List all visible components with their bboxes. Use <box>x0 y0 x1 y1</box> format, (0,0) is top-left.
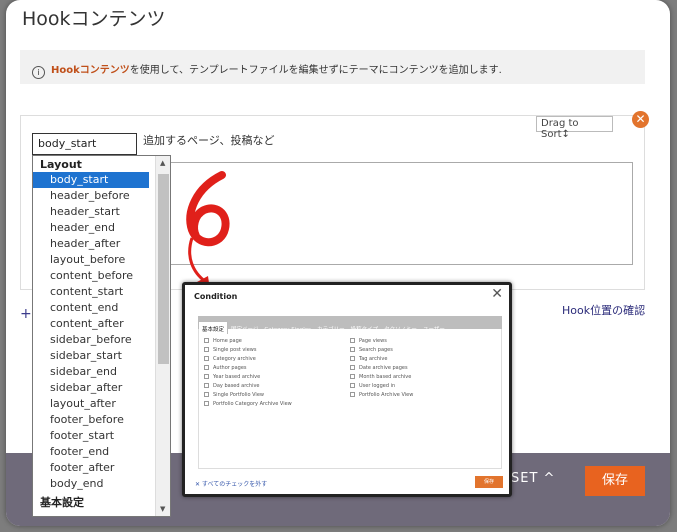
right-option-column: Page views Search pages Tag archive Date… <box>350 337 413 400</box>
condition-checkbox[interactable]: User logged in <box>350 382 413 391</box>
dropdown-option[interactable]: layout_before <box>33 252 149 268</box>
condition-hint-link[interactable]: 追加するページ、投稿など <box>143 132 274 148</box>
add-hook-plus-icon[interactable]: + <box>20 306 32 322</box>
scroll-down-icon[interactable]: ▼ <box>160 505 165 513</box>
notice-brand: Hookコンテンツ <box>51 65 130 76</box>
info-icon: i <box>32 66 45 79</box>
dropdown-option[interactable]: content_after <box>33 316 149 332</box>
dropdown-option[interactable]: layout_after <box>33 396 149 412</box>
condition-checkbox[interactable]: Page views <box>350 337 413 346</box>
dropdown-option[interactable]: sidebar_start <box>33 348 149 364</box>
condition-options: Home page Single post views Category arc… <box>198 329 502 469</box>
info-notice: i Hookコンテンツを使用して、テンプレートファイルを編集せずにテーマにコンテン… <box>20 50 645 84</box>
dropdown-option[interactable]: body_start <box>33 172 149 188</box>
modal-save-button[interactable]: 保存 <box>475 476 503 488</box>
dropdown-option[interactable]: content_end <box>33 300 149 316</box>
notice-text: を使用して、テンプレートファイルを編集せずにテーマにコンテンツを追加します. <box>129 65 502 76</box>
condition-checkbox[interactable]: Category archive <box>204 355 292 364</box>
dropdown-option[interactable]: footer_start <box>33 428 149 444</box>
dropdown-scrollbar[interactable]: ▲ ▼ <box>155 156 170 516</box>
condition-checkbox[interactable]: Tag archive <box>350 355 413 364</box>
reset-button[interactable]: SET ^ <box>511 471 555 486</box>
dropdown-option[interactable]: sidebar_after <box>33 380 149 396</box>
condition-checkbox[interactable]: Date archive pages <box>350 364 413 373</box>
condition-checkbox[interactable]: Search pages <box>350 346 413 355</box>
condition-checkbox[interactable]: Home page <box>204 337 292 346</box>
dropdown-group-basic: 基本設定 <box>40 496 84 509</box>
remove-hook-close-icon[interactable]: ✕ <box>632 111 649 128</box>
save-button[interactable]: 保存 <box>585 466 645 496</box>
modal-close-icon[interactable]: ✕ <box>491 286 503 302</box>
condition-modal: Condition ✕ 基本設定 固定ページ Category Singles カテゴ… <box>182 282 512 497</box>
hook-content-textarea[interactable] <box>170 162 633 265</box>
dropdown-option[interactable]: footer_after <box>33 460 149 476</box>
scroll-up-icon[interactable]: ▲ <box>160 159 165 167</box>
dropdown-option[interactable]: sidebar_before <box>33 332 149 348</box>
condition-checkbox[interactable]: Day based archive <box>204 382 292 391</box>
drag-to-sort-handle[interactable]: Drag to Sort↕ <box>536 116 613 140</box>
condition-checkbox[interactable]: Portfolio Archive View <box>350 391 413 400</box>
dropdown-option[interactable]: content_before <box>33 268 149 284</box>
dropdown-option[interactable]: header_end <box>33 220 149 236</box>
dropdown-option[interactable]: sidebar_end <box>33 364 149 380</box>
hook-position-check-link[interactable]: Hook位置の確認 <box>562 302 645 318</box>
scrollbar-thumb[interactable] <box>158 174 169 364</box>
modal-title: Condition <box>194 292 238 301</box>
condition-checkbox[interactable]: Year based archive <box>204 373 292 382</box>
dropdown-option[interactable]: header_start <box>33 204 149 220</box>
dropdown-option[interactable]: footer_end <box>33 444 149 460</box>
condition-checkbox[interactable]: Single post views <box>204 346 292 355</box>
condition-tabs: 基本設定 固定ページ Category Singles カテゴリー 投稿タイプ タクソノミ… <box>198 316 502 334</box>
dropdown-option[interactable]: content_start <box>33 284 149 300</box>
condition-checkbox[interactable]: Author pages <box>204 364 292 373</box>
left-option-column: Home page Single post views Category arc… <box>204 337 292 409</box>
hook-position-dropdown[interactable]: Layout body_start header_before header_s… <box>32 155 171 517</box>
dropdown-option[interactable]: header_before <box>33 188 149 204</box>
uncheck-all-link[interactable]: ✕ すべてのチェックを外す <box>195 479 267 488</box>
hook-position-select[interactable]: body_start <box>32 133 137 155</box>
page-title: Hookコンテンツ <box>22 8 166 30</box>
condition-checkbox[interactable]: Month based archive <box>350 373 413 382</box>
condition-checkbox[interactable]: Single Portfolio View <box>204 391 292 400</box>
dropdown-option[interactable]: header_after <box>33 236 149 252</box>
dropdown-option[interactable]: body_end <box>33 476 149 492</box>
condition-checkbox[interactable]: Portfolio Category Archive View <box>204 400 292 409</box>
dropdown-group-layout: Layout <box>40 158 82 171</box>
dropdown-option[interactable]: footer_before <box>33 412 149 428</box>
